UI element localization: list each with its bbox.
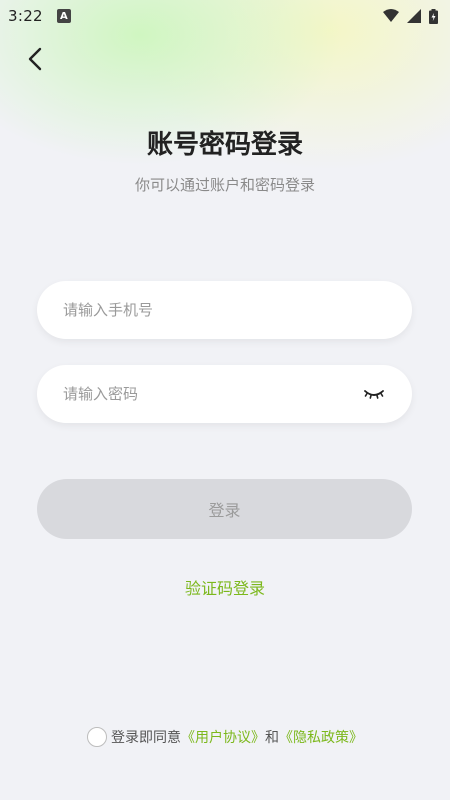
battery-icon bbox=[429, 8, 438, 24]
notification-badge: A bbox=[56, 9, 71, 23]
status-icons bbox=[383, 8, 438, 24]
chevron-left-icon bbox=[27, 47, 43, 75]
privacy-policy-link[interactable]: 《隐私政策》 bbox=[279, 727, 363, 747]
eye-closed-icon[interactable] bbox=[362, 384, 386, 404]
status-bar: 3:22 A bbox=[0, 0, 450, 32]
phone-field[interactable] bbox=[37, 281, 412, 339]
back-button[interactable] bbox=[20, 46, 50, 76]
agreement-conjunction: 和 bbox=[265, 730, 279, 746]
phone-input[interactable] bbox=[63, 301, 386, 319]
user-agreement-link[interactable]: 《用户协议》 bbox=[181, 727, 265, 747]
signal-icon bbox=[407, 9, 421, 23]
agreement-row: 登录即同意 《用户协议》 和 《隐私政策》 bbox=[0, 727, 450, 747]
status-time: 3:22 bbox=[8, 7, 43, 25]
password-field[interactable] bbox=[37, 365, 412, 423]
page-title: 账号密码登录 bbox=[146, 130, 303, 160]
wifi-icon bbox=[383, 9, 399, 23]
agreement-checkbox[interactable] bbox=[87, 727, 107, 747]
code-login-link[interactable]: 验证码登录 bbox=[0, 575, 450, 599]
password-input[interactable] bbox=[63, 385, 362, 403]
page-subtitle: 你可以通过账户和密码登录 bbox=[134, 176, 315, 194]
login-button[interactable]: 登录 bbox=[37, 479, 412, 539]
agreement-prefix: 登录即同意 bbox=[111, 730, 181, 746]
